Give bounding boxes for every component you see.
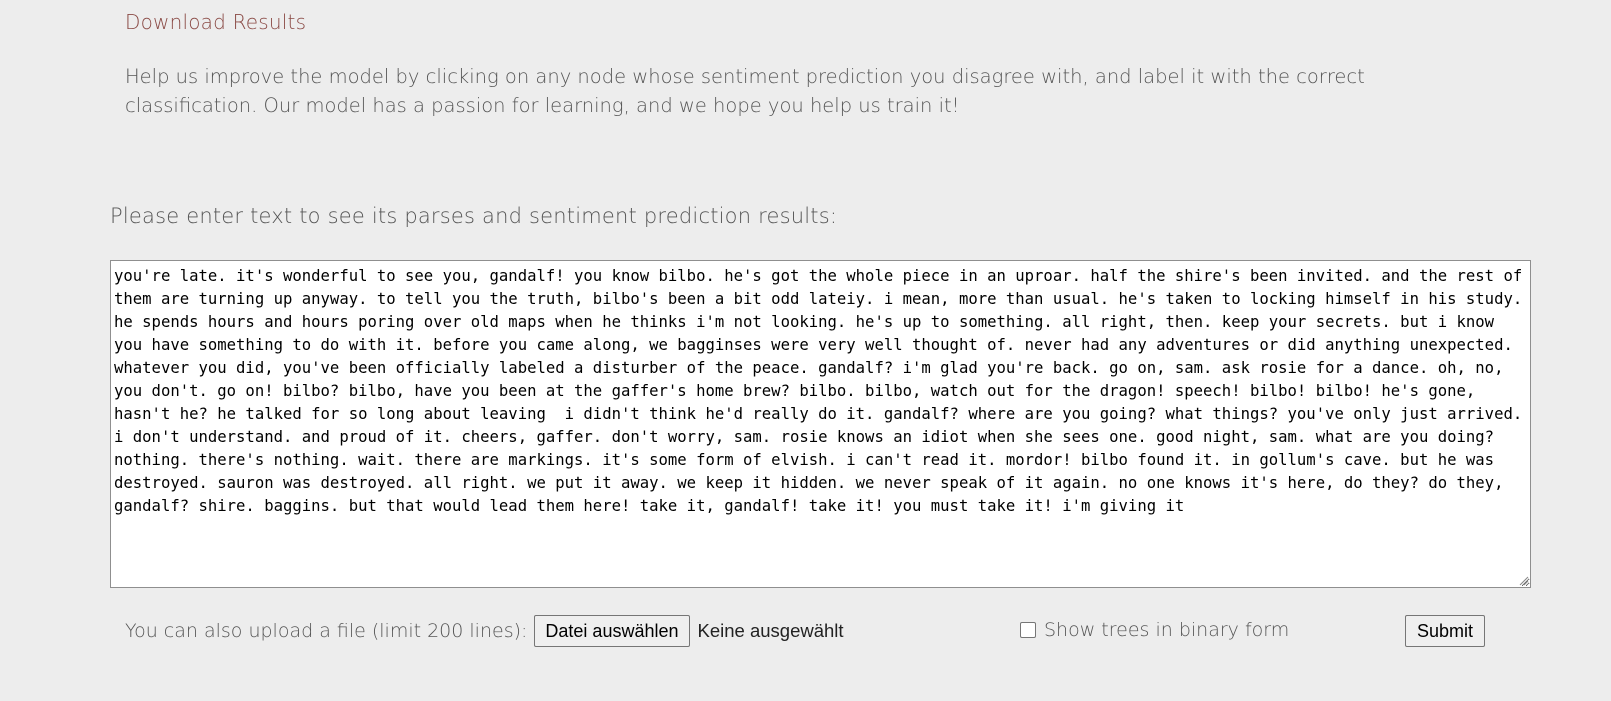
file-status-text: Keine ausgewählt [697, 620, 844, 641]
submit-button[interactable]: Submit [1405, 615, 1486, 647]
sentiment-text-input[interactable] [110, 260, 1531, 588]
choose-file-button[interactable]: Datei auswählen [534, 615, 690, 647]
download-results-link[interactable]: Download Results [125, 10, 306, 34]
help-text: Help us improve the model by clicking on… [125, 65, 1365, 117]
binary-trees-toggle[interactable]: Show trees in binary form [1020, 619, 1289, 641]
binary-trees-label: Show trees in binary form [1044, 619, 1290, 641]
file-upload-row: You can also upload a file (limit 200 li… [125, 614, 844, 648]
upload-label: You can also upload a file (limit 200 li… [125, 620, 528, 642]
binary-trees-checkbox[interactable] [1020, 622, 1036, 638]
input-prompt-label: Please enter text to see its parses and … [110, 204, 838, 228]
